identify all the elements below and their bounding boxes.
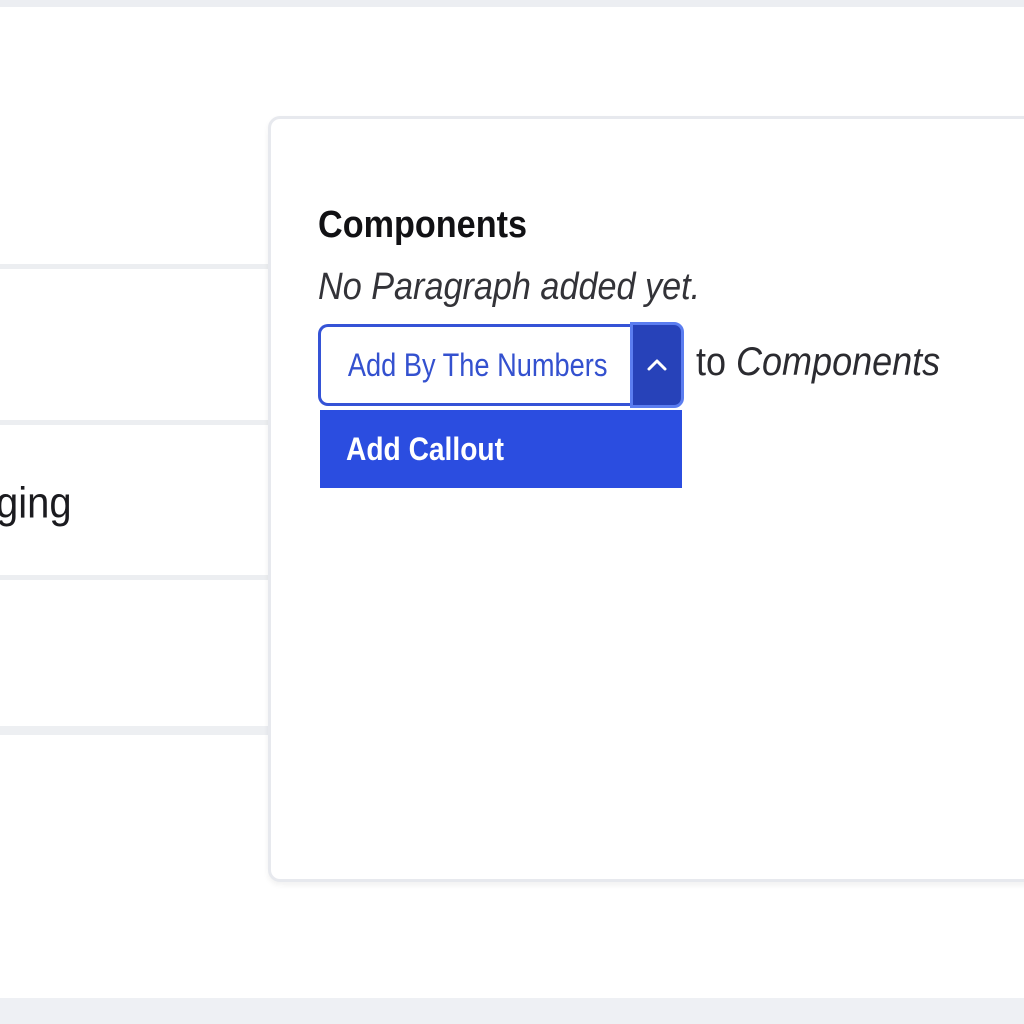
top-strip [0, 0, 1024, 7]
chevron-up-icon [647, 359, 667, 371]
add-by-the-numbers-button[interactable]: Add By The Numbers [318, 324, 634, 406]
left-list-item-label: ging [0, 478, 72, 528]
add-target-label: to Components [696, 340, 940, 385]
left-list-item[interactable] [0, 726, 268, 1000]
bottom-strip [0, 998, 1024, 1024]
add-target-prefix: to [696, 340, 727, 384]
left-list-item[interactable] [0, 264, 268, 424]
add-target-name: Components [736, 340, 941, 384]
components-title: Components [318, 204, 527, 246]
add-button-label: Add By The Numbers [347, 346, 608, 383]
dropdown-item-label: Add Callout [346, 430, 504, 467]
dropdown-item-add-callout[interactable]: Add Callout [320, 410, 682, 488]
empty-paragraph-message: No Paragraph added yet. [318, 266, 701, 308]
add-options-toggle-button[interactable] [630, 322, 684, 408]
left-list-item[interactable]: ging [0, 420, 268, 580]
